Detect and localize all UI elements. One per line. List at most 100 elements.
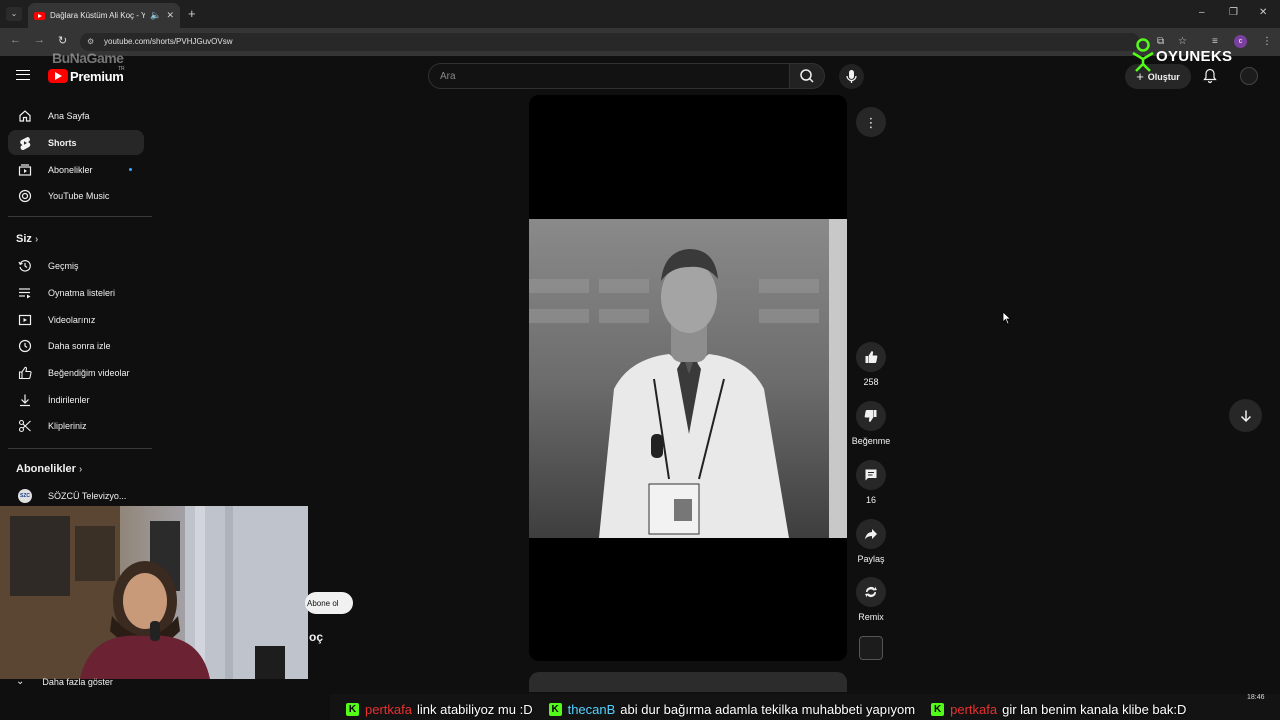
music-icon <box>18 189 32 203</box>
browser-tab[interactable]: Dağlara Küstüm Ali Koç - Yo 🔈 ✕ <box>28 3 180 28</box>
next-short-button[interactable] <box>1229 399 1262 432</box>
you-section-heading[interactable]: Siz › <box>16 233 38 245</box>
sidebar-item-home[interactable]: Ana Sayfa <box>8 103 144 128</box>
back-icon[interactable]: ← <box>10 34 21 46</box>
forward-icon[interactable]: → <box>34 34 45 46</box>
home-icon <box>18 109 32 123</box>
logo-text[interactable]: Premium <box>70 69 124 84</box>
like-button[interactable] <box>856 342 886 372</box>
sidebar-item-downloads[interactable]: İndirilenler <box>8 387 144 412</box>
close-tab-icon[interactable]: ✕ <box>166 10 174 21</box>
subscriptions-section-heading[interactable]: Abonelikler › <box>16 463 82 475</box>
sidebar-item-label: SÖZCÜ Televizyo... <box>48 490 127 501</box>
sidebar-item-label: Geçmiş <box>48 260 79 271</box>
subscribe-button[interactable]: Abone ol <box>305 592 353 614</box>
more-options-button[interactable]: ⋮ <box>856 107 886 137</box>
sidebar-item-channel[interactable]: SZC SÖZCÜ Televizyo... <box>8 483 144 508</box>
oyuneks-logo-text: OYUNEKS <box>1156 48 1233 65</box>
install-app-icon[interactable]: ⧉ <box>1157 36 1164 47</box>
chat-username: thecanB <box>567 701 616 717</box>
search-icon <box>800 69 814 83</box>
chat-message: abi dur bağırma adamla tekilka muhabbeti… <box>620 701 916 717</box>
stream-chat-ticker: K pertkafa link atabiliyoz mu :D K theca… <box>340 699 1280 719</box>
sidebar-item-history[interactable]: Geçmiş <box>8 253 144 278</box>
short-channel-name[interactable]: oç <box>309 630 323 644</box>
logo-country-code: TR <box>118 66 125 72</box>
reload-icon[interactable]: ↻ <box>58 34 67 47</box>
dislike-button[interactable] <box>856 401 886 431</box>
next-short-preview[interactable] <box>529 672 847 692</box>
sidebar-item-label: YouTube Music <box>48 190 110 201</box>
share-button[interactable] <box>856 519 886 549</box>
sidebar-item-youtube-music[interactable]: YouTube Music <box>8 183 144 208</box>
sidebar-item-label: İndirilenler <box>48 394 90 405</box>
thumbs-down-icon <box>864 409 877 422</box>
reading-list-icon[interactable]: ≡ <box>1212 36 1218 47</box>
sidebar-item-liked-videos[interactable]: Beğendiğim videolar <box>8 360 144 385</box>
sound-channel-thumbnail[interactable] <box>859 636 883 660</box>
share-arrow-icon <box>865 529 877 540</box>
sidebar-item-label: Abonelikler <box>48 164 93 175</box>
playlists-icon <box>18 286 32 300</box>
stream-watermark: BuNaGame <box>52 50 124 66</box>
show-more-label: Daha fazla göster <box>42 676 113 687</box>
notifications-bell-icon[interactable] <box>1203 68 1217 89</box>
youtube-favicon-icon <box>34 11 45 20</box>
youtube-logo-icon[interactable] <box>48 69 68 83</box>
site-info-icon[interactable]: ⚙ <box>87 37 94 46</box>
downloads-icon <box>18 393 32 407</box>
sidebar-item-label: Shorts <box>48 137 77 148</box>
sidebar-divider <box>8 448 152 449</box>
menu-kebab-icon[interactable]: ⋮ <box>1262 36 1272 47</box>
remix-label: Remix <box>858 612 884 622</box>
voice-search-button[interactable] <box>839 64 864 89</box>
sidebar-item-label: Klipleriniz <box>48 420 87 431</box>
sidebar-item-watch-later[interactable]: Daha sonra izle <box>8 333 144 358</box>
search-button[interactable] <box>789 63 825 89</box>
restore-button[interactable]: ❐ <box>1229 7 1238 18</box>
oyuneks-logo-icon <box>1130 38 1156 77</box>
profile-icon[interactable]: c <box>1234 35 1247 48</box>
sidebar-item-subscriptions[interactable]: Abonelikler <box>8 157 144 182</box>
comment-icon <box>865 469 877 481</box>
sidebar-item-label: Beğendiğim videolar <box>48 367 130 378</box>
account-avatar[interactable] <box>1240 67 1258 85</box>
streamer-webcam-overlay <box>0 506 308 679</box>
comments-button[interactable] <box>856 460 886 490</box>
sidebar-item-shorts[interactable]: Shorts <box>8 130 144 155</box>
share-label: Paylaş <box>857 554 885 564</box>
thumbs-up-icon <box>865 351 878 364</box>
remix-button[interactable] <box>856 577 886 607</box>
address-bar[interactable] <box>80 33 1140 51</box>
chevron-down-icon: ⌄ <box>16 676 25 687</box>
sidebar-item-label: Oynatma listeleri <box>48 287 116 298</box>
speaker-icon[interactable]: 🔈 <box>150 10 161 21</box>
kick-badge-icon: K <box>931 702 945 716</box>
sidebar-item-clips[interactable]: Klipleriniz <box>8 413 144 438</box>
microphone-icon <box>846 70 857 83</box>
search-input[interactable] <box>440 64 780 88</box>
url-text[interactable]: youtube.com/shorts/PVHJGuvOVsw <box>104 37 233 46</box>
watch-later-icon <box>18 339 32 353</box>
new-content-dot <box>129 168 132 171</box>
sidebar-item-label: Ana Sayfa <box>48 110 90 121</box>
subscriptions-icon <box>18 163 32 177</box>
hamburger-menu-icon[interactable] <box>16 70 30 80</box>
tab-list-button[interactable]: ⌄ <box>6 7 22 21</box>
bookmark-star-icon[interactable]: ☆ <box>1178 36 1187 47</box>
your-videos-icon <box>18 313 32 327</box>
chat-message: gir lan benim kanala klibe bak:D <box>1002 701 1187 717</box>
sidebar-item-your-videos[interactable]: Videolarınız <box>8 307 144 332</box>
new-tab-button[interactable]: + <box>188 6 196 21</box>
sidebar-item-label: Daha sonra izle <box>48 340 111 351</box>
mouse-cursor-icon <box>1002 311 1012 330</box>
remix-icon <box>865 586 877 598</box>
close-window-button[interactable]: ✕ <box>1259 7 1267 18</box>
clips-icon <box>18 419 32 433</box>
minimize-button[interactable]: – <box>1199 7 1205 18</box>
show-more-button[interactable]: ⌄ Daha fazla göster <box>16 676 113 687</box>
chat-username: pertkafa <box>365 701 412 717</box>
chevron-right-icon: › <box>34 234 39 245</box>
sidebar-item-playlists[interactable]: Oynatma listeleri <box>8 280 144 305</box>
history-icon <box>18 259 32 273</box>
